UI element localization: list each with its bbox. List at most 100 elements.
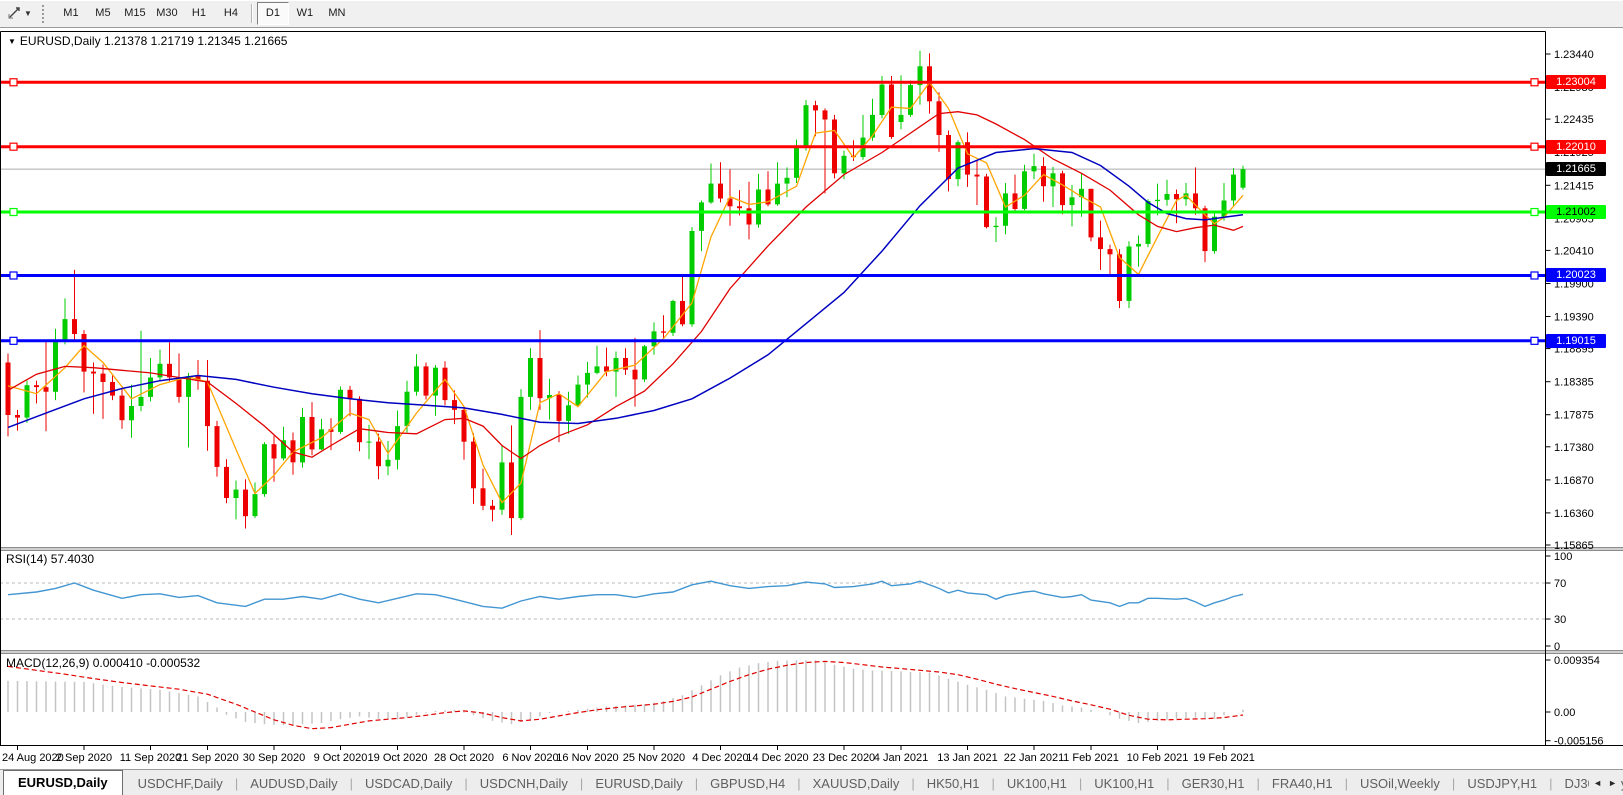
chart-tab-usdchf-daily[interactable]: USDCHF,Daily	[126, 772, 235, 795]
bull-candle	[139, 397, 144, 406]
timeframe-button-m5[interactable]: M5	[87, 2, 119, 25]
timeframe-button-m30[interactable]: M30	[151, 2, 183, 25]
line-handle[interactable]	[10, 272, 17, 279]
price-chart-canvas[interactable]: 1.234401.229301.224351.219251.214151.209…	[0, 28, 1623, 769]
bull-candle	[148, 378, 153, 397]
price-tag: 1.22010	[1546, 140, 1606, 154]
date-tick-label: 30 Sep 2020	[243, 752, 305, 764]
tab-scroll-left-icon[interactable]: ◄	[1593, 778, 1602, 788]
price-axis-tick-label: 1.17380	[1554, 442, 1594, 454]
chart-tabbar: EURUSD,DailyUSDCHF,Daily|AUDUSD,Daily|US…	[0, 769, 1623, 795]
trading-terminal: ▼ M1M5M15M30H1H4 D1W1MN 1.234401.229301.2…	[0, 0, 1623, 795]
bear-candle	[72, 319, 77, 334]
timeframe-button-m15[interactable]: M15	[119, 2, 151, 25]
line-handle[interactable]	[1531, 143, 1538, 150]
tab-scroll-right-icon[interactable]: ►	[1608, 778, 1617, 788]
bear-candle	[481, 488, 486, 506]
chart-tab-uk100-h1[interactable]: UK100,H1	[995, 772, 1079, 795]
chart-tab-ger30-h1[interactable]: GER30,H1	[1170, 772, 1257, 795]
bear-candle	[310, 417, 315, 449]
chart-tab-usdjpy-h1[interactable]: USDJPY,H1	[1455, 772, 1549, 795]
line-handle[interactable]	[10, 209, 17, 216]
date-tick-label: 28 Oct 2020	[434, 752, 494, 764]
chart-tab-uk100-h1[interactable]: UK100,H1	[1082, 772, 1166, 795]
bear-candle	[424, 366, 429, 395]
bear-candle	[975, 175, 980, 177]
bear-candle	[452, 400, 457, 410]
date-tick-label: 25 Nov 2020	[623, 752, 685, 764]
macd-axis-tick-label: 0.00	[1554, 707, 1575, 719]
date-tick-label: 23 Dec 2020	[813, 752, 875, 764]
bear-candle	[1098, 237, 1103, 249]
timeframe-button-m1[interactable]: M1	[55, 2, 87, 25]
timeframe-button-mn[interactable]: MN	[321, 2, 353, 25]
rsi-indicator-label: RSI(14) 57.4030	[6, 552, 94, 566]
bear-candle	[823, 110, 828, 119]
bull-candle	[1127, 247, 1132, 301]
bull-candle	[1165, 194, 1170, 200]
macd-axis-tick-label: 0.009354	[1554, 655, 1600, 667]
timeframe-button-h4[interactable]: H4	[215, 2, 247, 25]
price-axis-tick-label: 1.18385	[1554, 377, 1594, 389]
chart-collapse-icon[interactable]: ▼	[8, 37, 16, 46]
bear-candle	[661, 331, 666, 332]
chart-tab-eurusd-daily[interactable]: EURUSD,Daily	[3, 770, 123, 795]
crosshair-tool-button[interactable]: ▼	[3, 4, 36, 23]
chart-tab-hk50-h1[interactable]: HK50,H1	[915, 772, 992, 795]
bull-candle	[129, 406, 134, 420]
price-axis-tick-label: 1.17875	[1554, 410, 1594, 422]
rsi-axis-tick-label: 0	[1554, 641, 1560, 653]
bull-candle	[842, 156, 847, 174]
chart-title: ▼EURUSD,Daily 1.21378 1.21719 1.21345 1.…	[8, 34, 287, 48]
price-axis-tick-label: 1.21415	[1554, 180, 1594, 192]
bull-candle	[566, 405, 571, 421]
date-tick-label: 10 Feb 2021	[1127, 752, 1189, 764]
dropdown-caret-icon: ▼	[24, 9, 32, 18]
line-handle[interactable]	[1531, 79, 1538, 86]
bear-candle	[243, 490, 248, 517]
timeframe-button-h1[interactable]: H1	[183, 2, 215, 25]
bull-candle	[1136, 244, 1141, 247]
macd-name: MACD(12,26,9)	[6, 656, 89, 670]
bear-candle	[1174, 194, 1179, 199]
date-tick-label: 6 Nov 2020	[502, 752, 558, 764]
toolbar-drag-handle[interactable]	[42, 5, 48, 23]
chart-tab-xauusd-daily[interactable]: XAUUSD,Daily	[801, 772, 912, 795]
line-handle[interactable]	[10, 79, 17, 86]
macd-signal-value: -0.000532	[146, 656, 200, 670]
bull-candle	[1231, 175, 1236, 201]
chart-tab-audusd-daily[interactable]: AUDUSD,Daily	[238, 772, 349, 795]
bear-candle	[471, 442, 476, 489]
chart-tab-eurusd-daily[interactable]: EURUSD,Daily	[583, 772, 694, 795]
date-tick-label: 22 Jan 2021	[1004, 752, 1065, 764]
bear-candle	[272, 444, 277, 458]
date-tick-label: 2 Sep 2020	[56, 752, 112, 764]
bear-candle	[462, 410, 467, 442]
chart-tab-usdcad-daily[interactable]: USDCAD,Daily	[353, 772, 464, 795]
timeframe-toolbar: ▼ M1M5M15M30H1H4 D1W1MN	[0, 0, 1623, 28]
chart-tab-gbpusd-h4[interactable]: GBPUSD,H4	[698, 772, 797, 795]
price-axis-tick-label: 1.16870	[1554, 475, 1594, 487]
bull-candle	[338, 390, 343, 432]
bear-candle	[110, 382, 115, 396]
chart-tab-fra40-h1[interactable]: FRA40,H1	[1260, 772, 1345, 795]
line-handle[interactable]	[1531, 209, 1538, 216]
line-handle[interactable]	[10, 143, 17, 150]
timeframe-button-w1[interactable]: W1	[289, 2, 321, 25]
bull-candle	[1032, 166, 1037, 171]
bull-candle	[908, 85, 913, 115]
date-tick-label: 4 Jan 2021	[874, 752, 928, 764]
chart-background	[0, 28, 1623, 769]
line-handle[interactable]	[1531, 337, 1538, 344]
line-handle[interactable]	[10, 337, 17, 344]
date-tick-label: 16 Nov 2020	[556, 752, 618, 764]
bull-candle	[709, 184, 714, 203]
timeframe-button-d1[interactable]: D1	[257, 2, 289, 25]
chart-tab-usdcnh-daily[interactable]: USDCNH,Daily	[468, 772, 580, 795]
bull-candle	[1222, 201, 1227, 217]
line-handle[interactable]	[1531, 272, 1538, 279]
chart-tab-usoil-weekly[interactable]: USOil,Weekly	[1348, 772, 1452, 795]
date-tick-label: 4 Dec 2020	[692, 752, 748, 764]
bear-candle	[376, 442, 381, 467]
bear-candle	[946, 135, 951, 179]
